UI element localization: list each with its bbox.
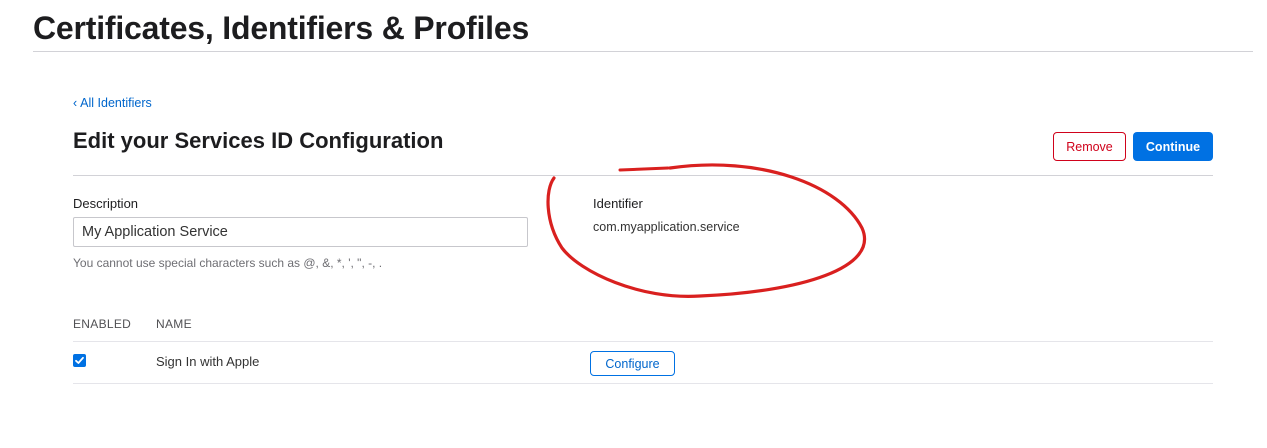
table-divider [73,383,1213,384]
continue-button[interactable]: Continue [1133,132,1213,161]
section-title: Edit your Services ID Configuration [73,128,444,153]
enabled-checkbox[interactable] [73,354,86,367]
remove-button[interactable]: Remove [1053,132,1126,161]
identifier-value: com.myapplication.service [593,220,740,234]
description-input[interactable] [73,217,528,247]
description-hint: You cannot use special characters such a… [73,256,383,270]
table-divider [73,341,1213,342]
chevron-left-icon: ‹ [73,96,78,110]
title-divider [33,51,1253,52]
section-divider [73,175,1213,176]
column-header-name: NAME [156,317,192,331]
page-title: Certificates, Identifiers & Profiles [33,10,530,46]
column-header-enabled: ENABLED [73,317,132,331]
capability-name: Sign In with Apple [156,354,260,369]
configure-button[interactable]: Configure [590,351,675,376]
identifier-label: Identifier [593,196,643,211]
checkmark-icon [75,356,84,364]
back-link-label: All Identifiers [80,96,152,110]
back-link-all-identifiers[interactable]: ‹ All Identifiers [73,96,152,110]
description-label: Description [73,196,139,211]
